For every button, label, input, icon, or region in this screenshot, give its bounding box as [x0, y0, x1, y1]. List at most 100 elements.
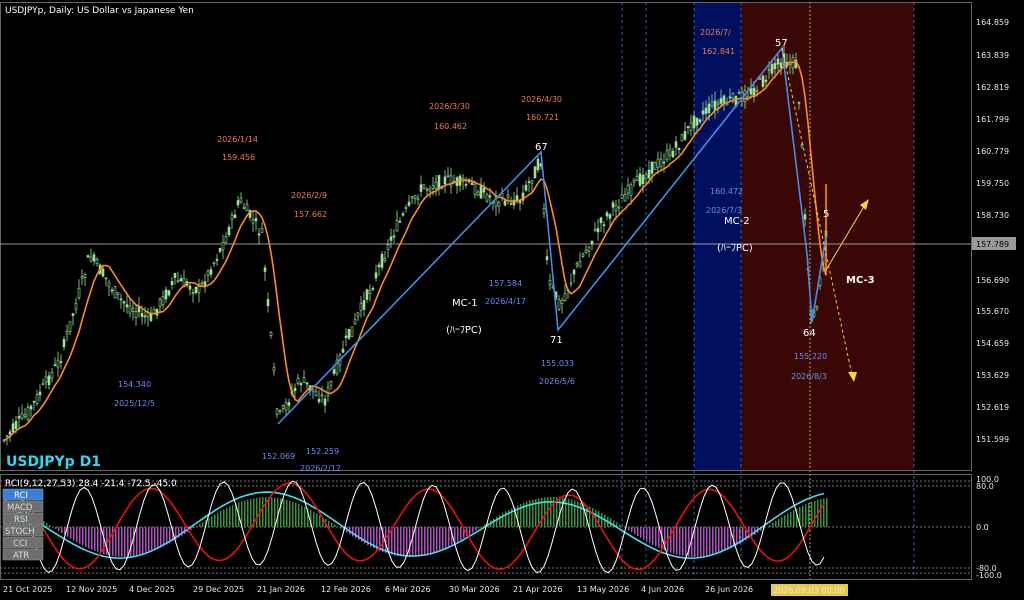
tab-cci[interactable]: CCI	[2, 536, 44, 549]
candle-body	[344, 335, 348, 338]
candle-body	[356, 312, 360, 317]
rci-bar	[316, 513, 318, 527]
price-tick: 153.629	[976, 371, 1009, 380]
rci-bar	[496, 516, 498, 527]
rci-bar	[127, 527, 129, 557]
candle-body	[44, 376, 48, 383]
date-tick: 4 Dec 2025	[129, 585, 175, 594]
candle-body	[422, 184, 426, 189]
candle-body	[755, 90, 759, 92]
candle-body	[605, 212, 609, 217]
candle-body	[230, 214, 234, 220]
rci-bar	[145, 527, 147, 554]
rci-bar	[631, 527, 633, 533]
price-tick: 152.619	[976, 403, 1009, 412]
rci-bar	[655, 527, 657, 547]
tab-stoch[interactable]: STOCH	[2, 524, 44, 537]
candle-body	[797, 101, 801, 104]
candle-body	[101, 268, 105, 277]
candle-body	[647, 169, 651, 179]
tab-label: CCI	[13, 539, 27, 549]
candle-body	[707, 103, 711, 114]
candle-body	[287, 402, 291, 406]
tab-rci[interactable]: RCI	[2, 488, 44, 501]
rci-bar	[244, 500, 246, 527]
wave-label: 5	[823, 209, 829, 220]
candle-body	[773, 63, 777, 70]
candle-body	[269, 331, 273, 336]
tab-rsi[interactable]: RSI	[2, 512, 44, 525]
rci-bar	[820, 499, 822, 527]
price-tick: 151.599	[976, 435, 1009, 444]
candle-body	[107, 282, 111, 288]
candle-body	[563, 293, 567, 301]
rci-bar	[442, 527, 444, 550]
rci-bar	[193, 527, 195, 529]
candle-body	[590, 240, 594, 245]
candle-body	[800, 144, 804, 147]
candle-body	[68, 321, 72, 332]
candle-body	[8, 431, 12, 435]
candle-body	[653, 162, 657, 170]
rci-bar	[619, 524, 621, 527]
rci-bar	[289, 500, 291, 527]
candle-body	[776, 58, 780, 65]
rci-bar	[472, 527, 474, 533]
candle-body	[503, 200, 507, 206]
rci-bar	[715, 527, 717, 554]
rci-bar	[142, 527, 144, 555]
rci-bar	[808, 503, 810, 527]
candle-body	[398, 220, 402, 223]
candle-body	[710, 101, 714, 106]
wave-label: 64	[803, 328, 816, 339]
rci-bar	[802, 505, 804, 527]
candle-body	[47, 375, 51, 386]
rci-bar	[592, 508, 594, 527]
chart-canvas[interactable]: USDJPYp, Daily: US Dollar vs Japanese Ye…	[0, 0, 1024, 600]
candle-body	[536, 158, 540, 171]
candle-body	[284, 402, 288, 411]
rci-bar	[781, 517, 783, 527]
candle-body	[665, 150, 669, 161]
candle-body	[425, 188, 429, 191]
candle-body	[203, 281, 207, 287]
candle-body	[35, 394, 39, 405]
candle-body	[314, 391, 318, 396]
candle-body	[263, 267, 267, 272]
annotation-high-date: 2026/2/9	[291, 191, 327, 200]
candle-body	[254, 218, 258, 222]
price-tick: 159.750	[976, 179, 1009, 188]
tab-macd[interactable]: MACD	[2, 500, 44, 513]
candle-body	[305, 382, 309, 385]
tab-atr[interactable]: ATR	[2, 548, 44, 561]
price-tick: 164.859	[976, 18, 1009, 27]
tab-label: RSI	[14, 515, 28, 525]
candle-body	[179, 278, 183, 282]
candle-body	[50, 372, 54, 379]
candle-body	[587, 246, 591, 252]
candle-body	[764, 79, 768, 82]
rci-bar	[85, 527, 87, 547]
rci-bar	[268, 497, 270, 527]
candle-body	[143, 315, 147, 318]
rci-bar	[313, 511, 315, 527]
candle-body	[236, 200, 240, 206]
rci-bar	[109, 527, 111, 556]
candle-body	[632, 179, 636, 183]
candle-body	[533, 166, 537, 179]
candle-body	[251, 219, 255, 224]
candle-body	[41, 382, 45, 385]
indicator-tabs[interactable]: RCI MACD RSI STOCH CCI ATR	[2, 488, 44, 561]
candle-body	[368, 289, 372, 294]
rci-bar	[301, 505, 303, 527]
candle-body	[233, 214, 237, 219]
candle-body	[365, 289, 369, 300]
rci-bar	[76, 527, 78, 543]
candle-body	[239, 197, 243, 203]
candle-body	[581, 254, 585, 257]
candle-body	[353, 318, 357, 325]
price-tick: 162.819	[976, 83, 1009, 92]
candle-body	[416, 197, 420, 200]
rci-bar	[232, 505, 234, 527]
rci-bar	[724, 527, 726, 551]
